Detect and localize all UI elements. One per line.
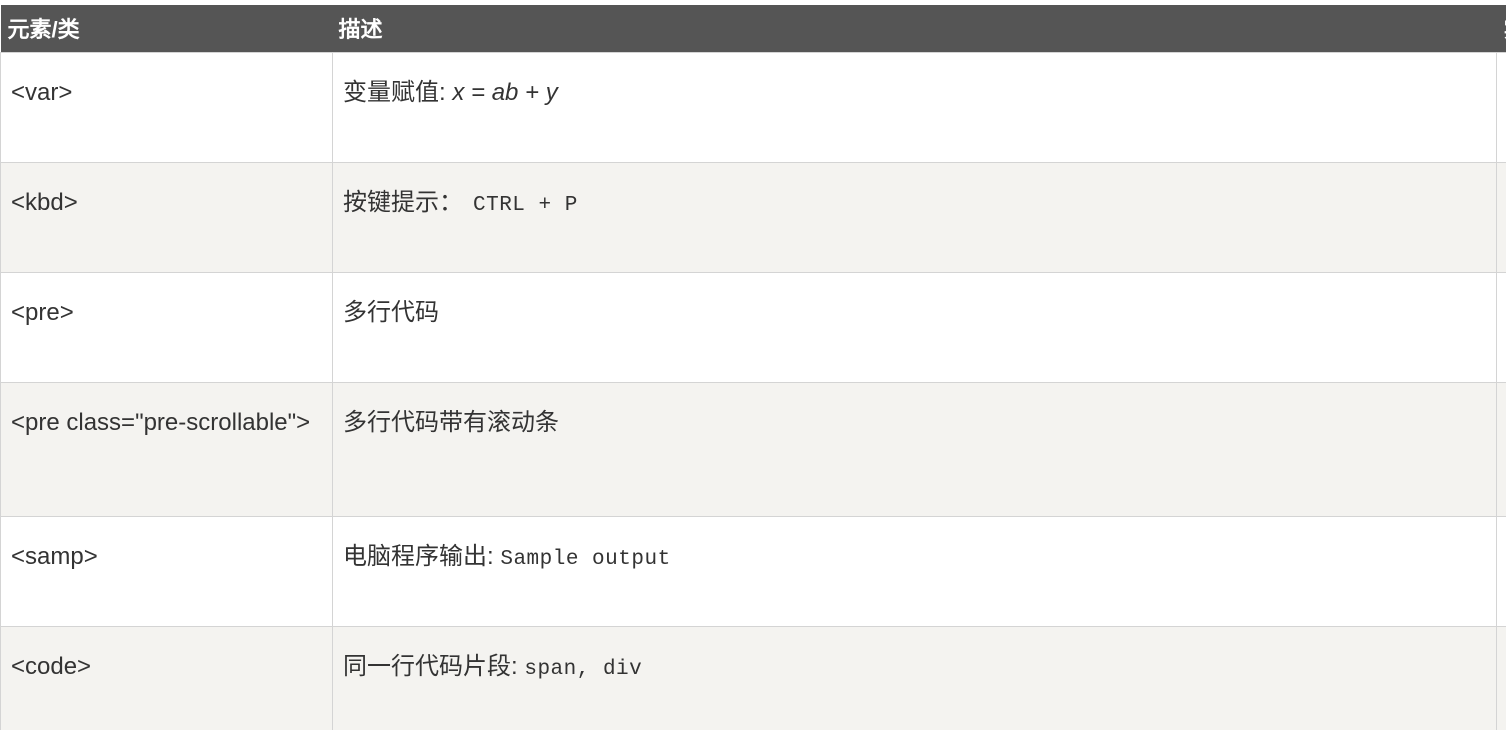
table-row: <pre> 多行代码 bbox=[0, 271, 1506, 383]
page: 元素/类 描述 实 <var> 变量赋值: x = ab + y <kbd> 按… bbox=[0, 0, 1506, 730]
description-cell: 同一行代码片段: span, div bbox=[332, 625, 1497, 730]
table-row: <kbd> 按键提示： CTRL + P bbox=[0, 161, 1506, 273]
example-cell bbox=[1496, 161, 1506, 273]
description-label: 按键提示： bbox=[343, 188, 463, 216]
table-row: <code> 同一行代码片段: span, div bbox=[0, 625, 1506, 730]
element-cell: <pre> bbox=[0, 271, 333, 383]
example-cell bbox=[1496, 515, 1506, 627]
element-cell: <kbd> bbox=[0, 161, 333, 273]
description-cell: 多行代码带有滚动条 bbox=[332, 381, 1497, 517]
table-header: 元素/类 描述 实 bbox=[0, 5, 1506, 52]
element-cell: <samp> bbox=[0, 515, 333, 627]
kbd-sample: CTRL + P bbox=[473, 193, 578, 217]
description-cell: 电脑程序输出: Sample output bbox=[332, 515, 1497, 627]
example-cell bbox=[1496, 625, 1506, 730]
example-cell bbox=[1496, 381, 1506, 517]
element-cell: <pre class="pre-scrollable"> bbox=[0, 381, 333, 517]
table-row: <samp> 电脑程序输出: Sample output bbox=[0, 515, 1506, 627]
description-label: 同一行代码片段: bbox=[343, 652, 525, 680]
example-cell bbox=[1496, 51, 1506, 163]
description-cell: 多行代码 bbox=[332, 271, 1497, 383]
code-sample: span, div bbox=[524, 657, 643, 681]
example-cell bbox=[1496, 271, 1506, 383]
description-label: 变量赋值: bbox=[343, 78, 453, 106]
description-cell: 按键提示： CTRL + P bbox=[332, 161, 1497, 273]
header-row: 元素/类 描述 实 bbox=[0, 5, 1506, 52]
header-element-class: 元素/类 bbox=[7, 17, 80, 43]
description-label: 电脑程序输出: bbox=[343, 542, 501, 570]
description-label: 多行代码带有滚动条 bbox=[343, 408, 559, 436]
var-sample: x = ab + y bbox=[452, 78, 558, 106]
element-cell: <var> bbox=[0, 51, 333, 163]
samp-sample: Sample output bbox=[500, 547, 671, 571]
table-row: <var> 变量赋值: x = ab + y bbox=[0, 51, 1506, 163]
table-row: <pre class="pre-scrollable"> 多行代码带有滚动条 bbox=[0, 381, 1506, 517]
description-cell: 变量赋值: x = ab + y bbox=[332, 51, 1497, 163]
description-label: 多行代码 bbox=[343, 298, 439, 326]
element-cell: <code> bbox=[0, 625, 333, 730]
table-body: <var> 变量赋值: x = ab + y <kbd> 按键提示： CTRL +… bbox=[0, 51, 1506, 730]
header-example: 实 bbox=[1497, 5, 1506, 52]
bootstrap-typography-table: 元素/类 描述 实 <var> 变量赋值: x = ab + y <kbd> 按… bbox=[0, 5, 1506, 730]
header-description: 描述 bbox=[338, 17, 383, 43]
